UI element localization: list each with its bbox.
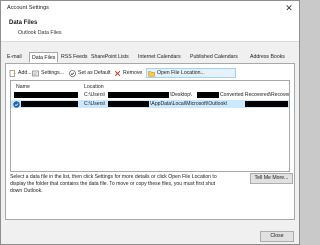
- location-mid: \AppData\Local\Microsoft\Outlook\: [150, 101, 228, 107]
- set-as-default-label: Set as Default: [78, 70, 111, 76]
- redacted-username: [108, 101, 149, 107]
- tab-sharepoint-lists[interactable]: SharePoint Lists: [89, 53, 131, 63]
- section-subtitle: Outlook Data Files: [18, 30, 62, 36]
- add-button[interactable]: Add...: [9, 68, 32, 78]
- remove-label: Remove: [123, 70, 143, 76]
- dialog-header: Data Files Outlook Data Files: [1, 16, 299, 42]
- tab-email[interactable]: E-mail: [5, 53, 24, 63]
- tab-internet-calendars[interactable]: Internet Calendars: [136, 53, 183, 63]
- title-bar: Account Settings ✕: [1, 1, 299, 16]
- window-title: Account Settings: [7, 5, 49, 11]
- settings-icon: [32, 70, 39, 77]
- location-suffix: Converted Recovered\Recovered\a...: [220, 92, 289, 98]
- open-file-location-label: Open File Location...: [157, 70, 205, 76]
- folder-icon: [148, 70, 155, 77]
- help-text: Select a data file in the list, then cli…: [10, 174, 217, 194]
- close-icon[interactable]: ✕: [282, 2, 296, 14]
- column-header-location[interactable]: Location: [84, 84, 104, 90]
- remove-button[interactable]: Remove: [114, 68, 142, 78]
- tab-data-files[interactable]: Data Files: [29, 52, 59, 63]
- tab-rss-feeds[interactable]: RSS Feeds: [59, 53, 90, 63]
- add-file-icon: [9, 69, 16, 77]
- redacted-folder: [197, 92, 219, 98]
- settings-button[interactable]: Settings...: [32, 68, 64, 78]
- settings-label: Settings...: [41, 70, 65, 76]
- data-files-list[interactable]: Name Location C:\Users\ \Desktop\ Conver…: [10, 80, 290, 172]
- remove-x-icon: [114, 70, 121, 77]
- section-title: Data Files: [9, 20, 38, 26]
- location-prefix: C:\Users\: [84, 101, 106, 107]
- data-files-panel: Add... Settings... Set as Default Remove: [5, 63, 295, 220]
- column-header-name[interactable]: Name: [16, 84, 30, 90]
- account-settings-window: Account Settings ✕ Data Files Outlook Da…: [0, 0, 300, 245]
- default-check-icon: [13, 100, 20, 108]
- close-button[interactable]: Close: [260, 231, 294, 242]
- redacted-username: [108, 92, 169, 98]
- redacted-name: [21, 101, 78, 107]
- open-file-location-button[interactable]: Open File Location...: [146, 68, 236, 78]
- redacted-name: [14, 92, 78, 98]
- list-item-selected[interactable]: C:\Users\ \AppData\Local\Microsoft\Outlo…: [11, 100, 289, 108]
- set-as-default-button[interactable]: Set as Default: [69, 68, 111, 78]
- list-item[interactable]: C:\Users\ \Desktop\ Converted Recovered\…: [11, 91, 289, 99]
- tell-me-more-button[interactable]: Tell Me More...: [250, 173, 293, 184]
- location-prefix: C:\Users\: [84, 92, 106, 98]
- tab-address-books[interactable]: Address Books: [248, 53, 287, 63]
- tab-published-calendars[interactable]: Published Calendars: [188, 53, 240, 63]
- location-mid: \Desktop\: [170, 92, 192, 98]
- redacted-filename: [245, 101, 288, 107]
- check-circle-icon: [69, 69, 76, 77]
- add-label: Add...: [18, 70, 32, 76]
